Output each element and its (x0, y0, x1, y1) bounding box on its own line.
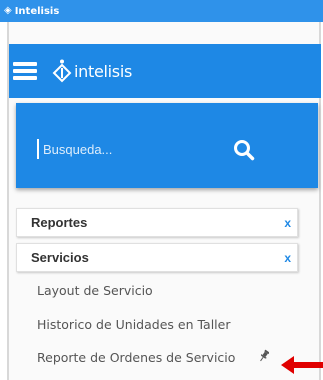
section-reportes[interactable]: Reportes x (16, 208, 298, 237)
search-input[interactable] (43, 137, 213, 161)
menu-item-historico-unidades[interactable]: Historico de Unidades en Taller (37, 317, 230, 332)
window-titlebar: ◈ Intelisis (0, 0, 323, 22)
annotation-arrow-icon (281, 356, 323, 374)
search-icon[interactable] (233, 139, 255, 161)
app-header: intelisis (9, 44, 321, 98)
search-panel (16, 103, 318, 188)
hamburger-icon[interactable] (13, 62, 37, 80)
intelisis-logo-icon (52, 59, 72, 83)
section-label: Servicios (31, 250, 89, 265)
pin-icon[interactable] (259, 349, 269, 363)
app-icon: ◈ (4, 5, 12, 16)
section-servicios[interactable]: Servicios x (16, 243, 298, 272)
menu-item-layout-de-servicio[interactable]: Layout de Servicio (37, 283, 153, 298)
close-icon[interactable]: x (284, 251, 291, 265)
logo: intelisis (51, 59, 132, 83)
brand-name: intelisis (74, 61, 133, 81)
close-icon[interactable]: x (284, 216, 291, 230)
window-title: Intelisis (14, 5, 60, 17)
section-label: Reportes (31, 215, 88, 230)
text-cursor (37, 139, 39, 159)
menu-item-reporte-ordenes[interactable]: Reporte de Ordenes de Servicio (37, 350, 235, 365)
